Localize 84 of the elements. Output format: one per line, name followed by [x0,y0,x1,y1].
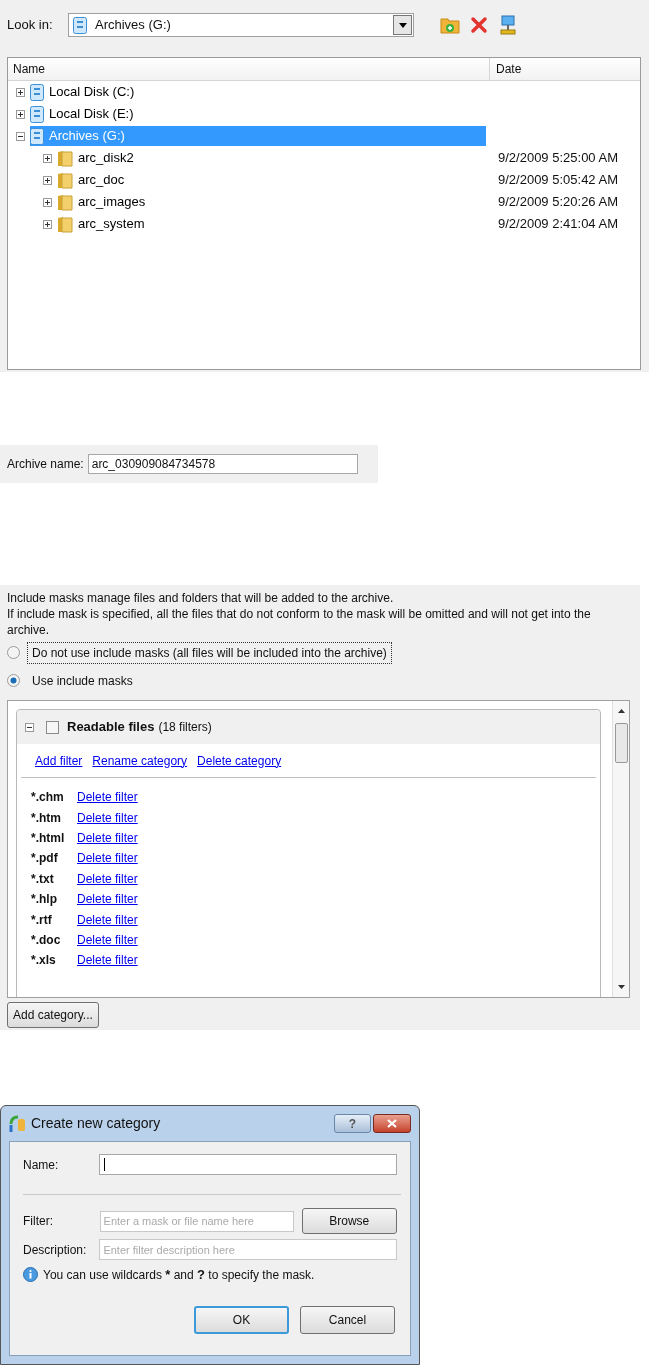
column-header[interactable]: Date [490,58,640,80]
folder-icon [57,171,73,189]
expand-icon[interactable] [16,87,25,97]
category-action-link[interactable]: Rename category [92,751,188,770]
filter-mask: *.chm [31,789,65,807]
date-cell-text: 9/2/2009 5:20:26 AM [497,193,619,212]
date-cell-text: 9/2/2009 5:25:00 AM [497,149,619,168]
scroll-down-arrow-icon[interactable] [617,985,625,989]
look-in-dropdown[interactable]: Archives (G:) [68,13,414,37]
filter-mask: *.hlp [31,891,58,909]
filter-count: (18 filters) [158,719,212,736]
expand-icon[interactable] [43,175,52,185]
tree-item[interactable]: arc_doc [57,170,133,190]
collapse-icon[interactable] [16,131,25,141]
filter-mask: *.pdf [31,850,59,868]
tree-item[interactable]: arc_images [57,192,154,212]
delete-icon[interactable] [470,16,488,34]
drive-icon [30,83,44,101]
tree-item[interactable]: arc_system [57,214,153,234]
delete-filter-link[interactable]: Delete filter [77,890,138,909]
dialog-button[interactable]: Cancel [300,1305,395,1334]
delete-filter-link[interactable]: Delete filter [77,930,138,949]
category-name: Readable files [67,718,155,737]
delete-filter-link[interactable]: Delete filter [77,849,138,868]
delete-filter-link[interactable]: Delete filter [77,910,138,929]
delete-filter-link[interactable]: Delete filter [77,828,138,847]
description-label: Description: [23,1241,88,1259]
delete-filter-link[interactable]: Delete filter [77,869,138,888]
filter-mask: *.xls [31,952,57,970]
drive-icon [30,127,44,145]
folder-icon [57,193,73,211]
radio-label[interactable]: Use include masks [27,669,138,692]
expand-icon[interactable] [43,197,52,207]
category-action-link[interactable]: Delete category [197,751,282,770]
drive-icon [30,105,44,123]
folder-icon [57,149,73,167]
tree-item[interactable]: Local Disk (E:) [30,104,142,124]
filter-mask: *.htm [31,809,62,827]
scroll-up-arrow-icon[interactable] [617,709,625,713]
archive-name-label: Archive name: [7,456,84,473]
radio-label[interactable]: Do not use include masks (all files will be included into the archive) [27,641,392,664]
help-button[interactable]: ? [334,1114,371,1133]
filter-field[interactable]: Enter a mask or file name here [99,1210,294,1232]
close-icon [387,1119,397,1128]
filter-mask: *.html [31,829,66,847]
expand-icon[interactable] [43,153,52,163]
close-button[interactable] [373,1114,411,1133]
name-field[interactable] [99,1154,397,1175]
dialog-title: Create new category [31,1114,162,1133]
filter-label: Filter: [23,1213,54,1230]
drive-icon [73,16,87,34]
column-header[interactable]: Name [8,58,490,80]
tree-item[interactable]: arc_disk2 [57,148,142,168]
filter-mask: *.doc [31,931,62,949]
radio-button[interactable] [7,646,20,659]
network-drive-icon[interactable] [500,15,516,35]
tree-item[interactable]: Local Disk (C:) [30,82,143,102]
masks-description: Include masks manage files and folders that will be added to the archive. If include mask is specified, all the files that do not conform to the mask will be omitted and will not get into the archive. [7,590,592,638]
scrollbar[interactable] [612,701,629,997]
dialog-button[interactable]: OK [194,1305,289,1334]
filter-mask: *.rtf [31,911,53,929]
wildcard-hint: You can use wildcards * and ? to specify the mask. [43,1266,315,1284]
category-action-link[interactable]: Add filter [35,751,83,770]
delete-filter-link[interactable]: Delete filter [77,951,138,970]
browse-button[interactable]: Browse [301,1208,397,1234]
app-icon [9,1114,27,1133]
info-icon [23,1267,38,1283]
scrollbar-thumb[interactable] [614,723,628,763]
radio-button[interactable] [7,674,20,687]
add-category-button[interactable]: Add category... [7,1002,99,1028]
expand-icon[interactable] [16,109,25,119]
delete-filter-link[interactable]: Delete filter [77,788,138,807]
folder-icon [57,215,73,233]
description-field[interactable]: Enter filter description here [99,1239,397,1260]
date-cell-text: 9/2/2009 2:41:04 AM [497,215,619,234]
look-in-label: Look in: [7,16,54,35]
expand-icon[interactable] [43,219,52,229]
collapse-icon[interactable] [25,722,34,732]
delete-filter-link[interactable]: Delete filter [77,808,138,827]
name-label: Name: [23,1156,60,1174]
filter-mask: *.txt [31,870,55,888]
checkbox[interactable] [46,720,59,734]
date-cell-text: 9/2/2009 5:05:42 AM [497,171,619,190]
archive-name-field[interactable]: arc_030909084734578 [87,454,358,474]
